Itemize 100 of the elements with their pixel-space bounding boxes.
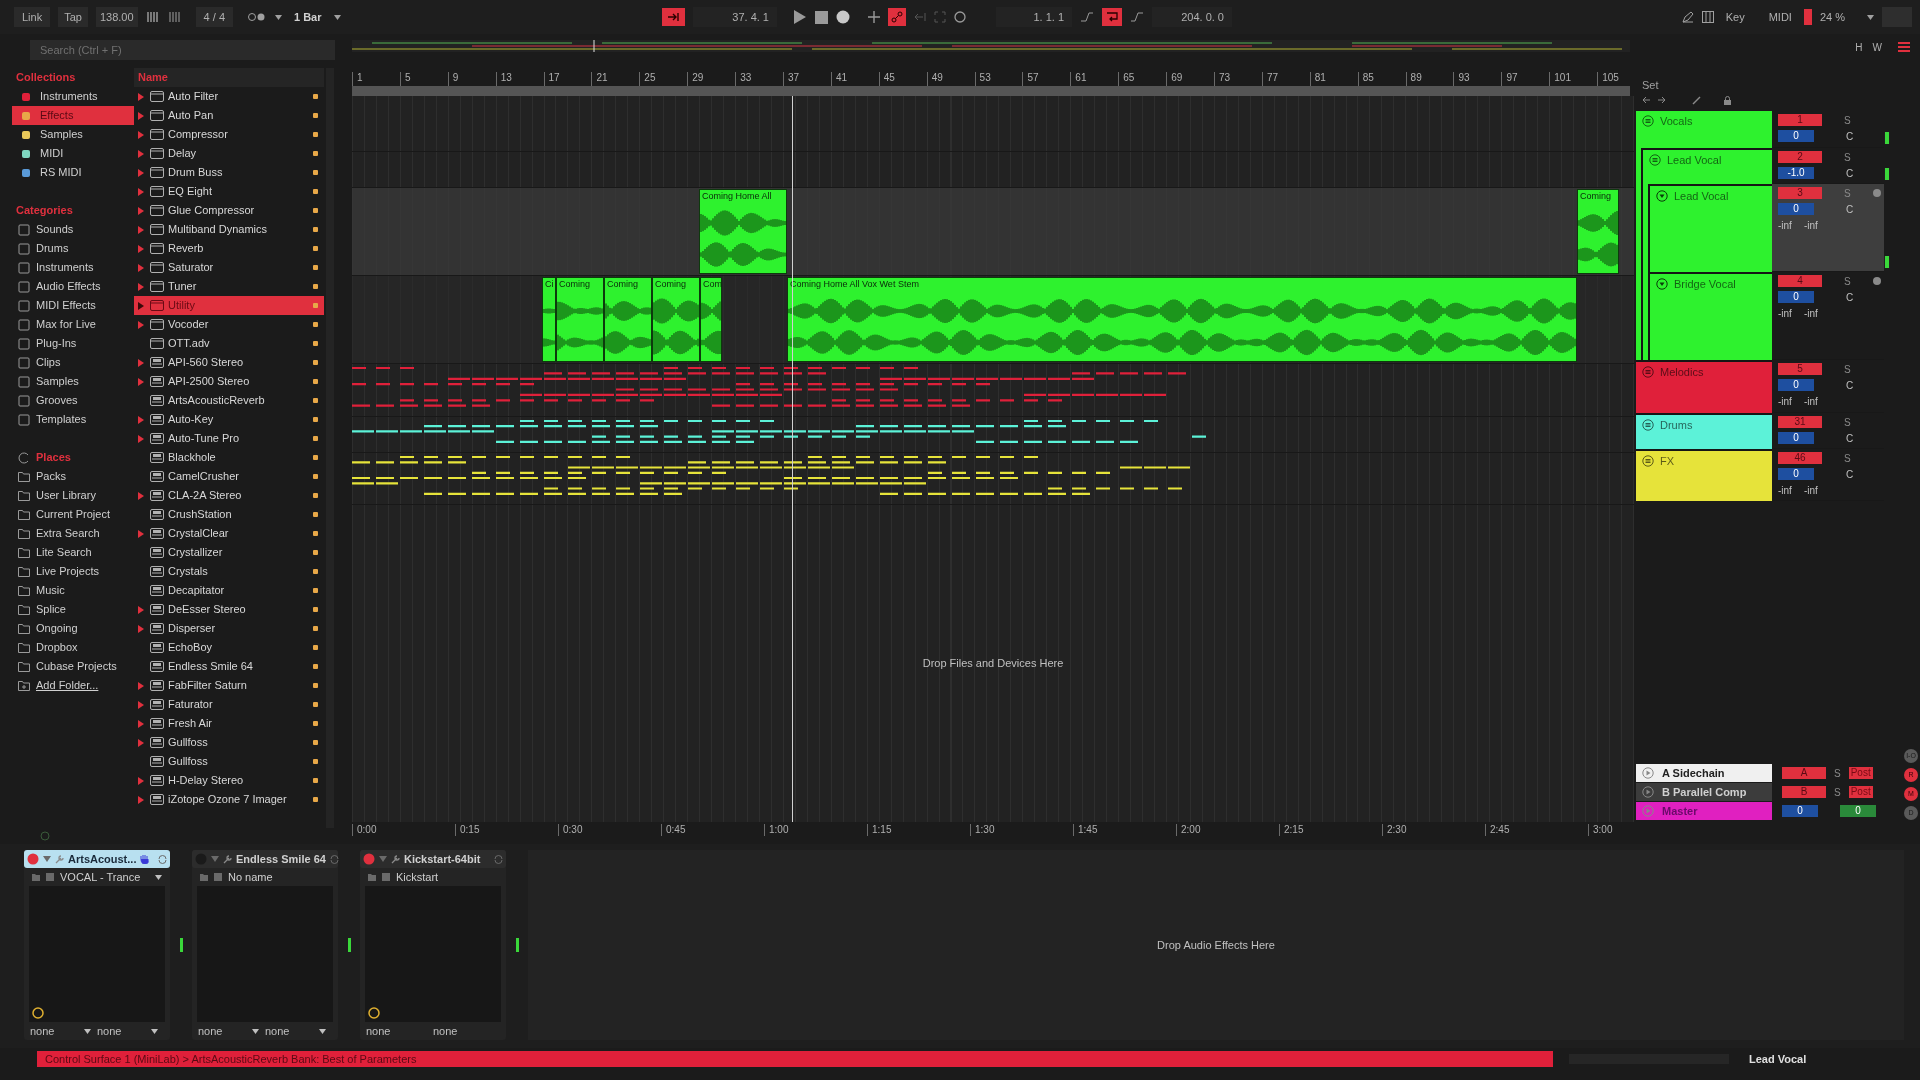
expand-arrow-icon[interactable] — [138, 529, 144, 538]
plus-icon[interactable] — [868, 11, 880, 23]
tempo-field[interactable]: 138.00 — [95, 7, 138, 27]
tap-button[interactable]: Tap — [58, 7, 88, 27]
browser-item[interactable]: iZotope Ozone 7 Imager — [134, 790, 324, 809]
arrow-left-icon[interactable] — [1642, 96, 1651, 104]
arrow-right-icon[interactable] — [1657, 96, 1666, 104]
audio-clip[interactable]: Ci — [542, 277, 556, 362]
category-item[interactable]: Drums — [12, 239, 134, 258]
automation-arm-button[interactable] — [888, 8, 906, 26]
pan-field[interactable]: C — [1846, 430, 1854, 446]
expand-arrow-icon[interactable] — [138, 320, 144, 329]
expand-arrow-icon[interactable] — [138, 795, 144, 804]
place-item[interactable]: Ongoing — [12, 619, 134, 638]
expand-arrow-icon[interactable] — [138, 168, 144, 177]
parameter-selector[interactable]: none — [265, 1022, 290, 1040]
volume-field[interactable]: 0 — [1778, 291, 1814, 303]
volume-field[interactable]: 0 — [1778, 379, 1814, 391]
browser-item[interactable]: Crystallizer — [134, 543, 324, 562]
track-header[interactable]: Drums — [1636, 413, 1772, 449]
circle-lines-icon[interactable] — [1642, 455, 1654, 467]
volume-field[interactable]: 0 — [1778, 130, 1814, 142]
menu-icon[interactable] — [1898, 42, 1910, 52]
category-item[interactable]: Plug-Ins — [12, 334, 134, 353]
w-button[interactable]: W — [1872, 39, 1882, 55]
audio-clip[interactable]: Coming — [604, 277, 652, 362]
expand-arrow-icon[interactable] — [138, 719, 144, 728]
volume-field[interactable]: 0 — [1782, 805, 1818, 817]
expand-arrow-icon[interactable] — [138, 415, 144, 424]
browser-item[interactable]: Gullfoss — [134, 733, 324, 752]
place-item[interactable]: Dropbox — [12, 638, 134, 657]
expand-arrow-icon[interactable] — [138, 681, 144, 690]
browser-item[interactable]: ArtsAcousticReverb — [134, 391, 324, 410]
solo-button[interactable]: S — [1844, 450, 1851, 466]
place-item[interactable]: Live Projects — [12, 562, 134, 581]
expand-arrow-icon[interactable] — [138, 92, 144, 101]
browser-item[interactable]: DeEsser Stereo — [134, 600, 324, 619]
caret-icon[interactable] — [43, 856, 51, 862]
circle-lines-icon[interactable] — [1642, 115, 1654, 127]
power-icon[interactable] — [27, 853, 39, 865]
expand-arrow-icon[interactable] — [138, 244, 144, 253]
link-button[interactable]: Link — [14, 7, 51, 27]
caret-icon[interactable] — [275, 14, 282, 20]
record-arm-icon[interactable] — [1872, 189, 1881, 197]
diagonal-line-icon[interactable] — [1692, 95, 1701, 105]
pan-field[interactable]: C — [1846, 377, 1854, 393]
solo-button[interactable]: S — [1844, 149, 1851, 165]
arrow-left-bar-icon[interactable] — [914, 12, 926, 22]
browser-item[interactable]: Vocoder — [134, 315, 324, 334]
caret-icon[interactable] — [252, 1028, 259, 1034]
expand-arrow-icon[interactable] — [138, 149, 144, 158]
category-item[interactable]: Templates — [12, 410, 134, 429]
place-item[interactable]: Packs — [12, 467, 134, 486]
circle-icon[interactable] — [954, 11, 966, 23]
expand-arrow-icon[interactable] — [138, 358, 144, 367]
expand-arrow-icon[interactable] — [138, 700, 144, 709]
circle-play-icon[interactable] — [1642, 767, 1654, 779]
caret-icon[interactable] — [151, 1028, 158, 1034]
nudge-down-icon[interactable] — [145, 11, 160, 23]
expand-arrow-icon[interactable] — [138, 225, 144, 234]
keyboard-icon[interactable] — [1701, 11, 1714, 23]
play-icon[interactable] — [793, 9, 807, 25]
browser-item[interactable]: CrystalClear — [134, 524, 324, 543]
hand-icon[interactable] — [140, 854, 150, 864]
knob-icon[interactable] — [368, 1007, 380, 1019]
browser-item[interactable]: Decapitator — [134, 581, 324, 600]
browser-item[interactable]: Faturator — [134, 695, 324, 714]
caret-icon[interactable] — [333, 14, 341, 20]
arrangement-record-button[interactable] — [662, 8, 685, 26]
metronome-icon[interactable] — [247, 12, 267, 22]
category-item[interactable]: Audio Effects — [12, 277, 134, 296]
return-track-header[interactable]: A Sidechain — [1636, 764, 1772, 782]
volume-field[interactable]: 0 — [1778, 468, 1814, 480]
pencil-icon[interactable] — [1681, 11, 1694, 23]
place-item[interactable]: Cubase Projects — [12, 657, 134, 676]
circle-lines-icon[interactable] — [1642, 419, 1654, 431]
folder-icon[interactable] — [32, 873, 40, 881]
category-item[interactable]: Clips — [12, 353, 134, 372]
pan-field[interactable]: C — [1846, 201, 1854, 217]
category-item[interactable]: Samples — [12, 372, 134, 391]
collection-item[interactable]: MIDI — [12, 144, 134, 163]
record-arm-icon[interactable] — [1872, 277, 1881, 285]
record-icon[interactable] — [836, 10, 850, 24]
pan-field[interactable]: 0 — [1840, 805, 1876, 817]
h-button[interactable]: H — [1855, 39, 1863, 55]
folder-icon[interactable] — [200, 873, 208, 881]
key-button[interactable]: Key — [1721, 7, 1749, 27]
category-item[interactable]: Sounds — [12, 220, 134, 239]
category-item[interactable]: Grooves — [12, 391, 134, 410]
place-item[interactable]: User Library — [12, 486, 134, 505]
browser-item[interactable]: Fresh Air — [134, 714, 324, 733]
expand-arrow-icon[interactable] — [138, 491, 144, 500]
browser-item[interactable]: Glue Compressor — [134, 201, 324, 220]
parameter-selector[interactable]: none — [30, 1022, 55, 1040]
circle-lines-icon[interactable] — [1642, 366, 1654, 378]
expand-arrow-icon[interactable] — [138, 263, 144, 272]
browser-item[interactable]: Disperser — [134, 619, 324, 638]
device-title-bar[interactable]: Kickstart-64bit — [360, 850, 506, 868]
return-track-header[interactable]: B Parallel Comp — [1636, 783, 1772, 801]
collection-item[interactable]: Instruments — [12, 87, 134, 106]
